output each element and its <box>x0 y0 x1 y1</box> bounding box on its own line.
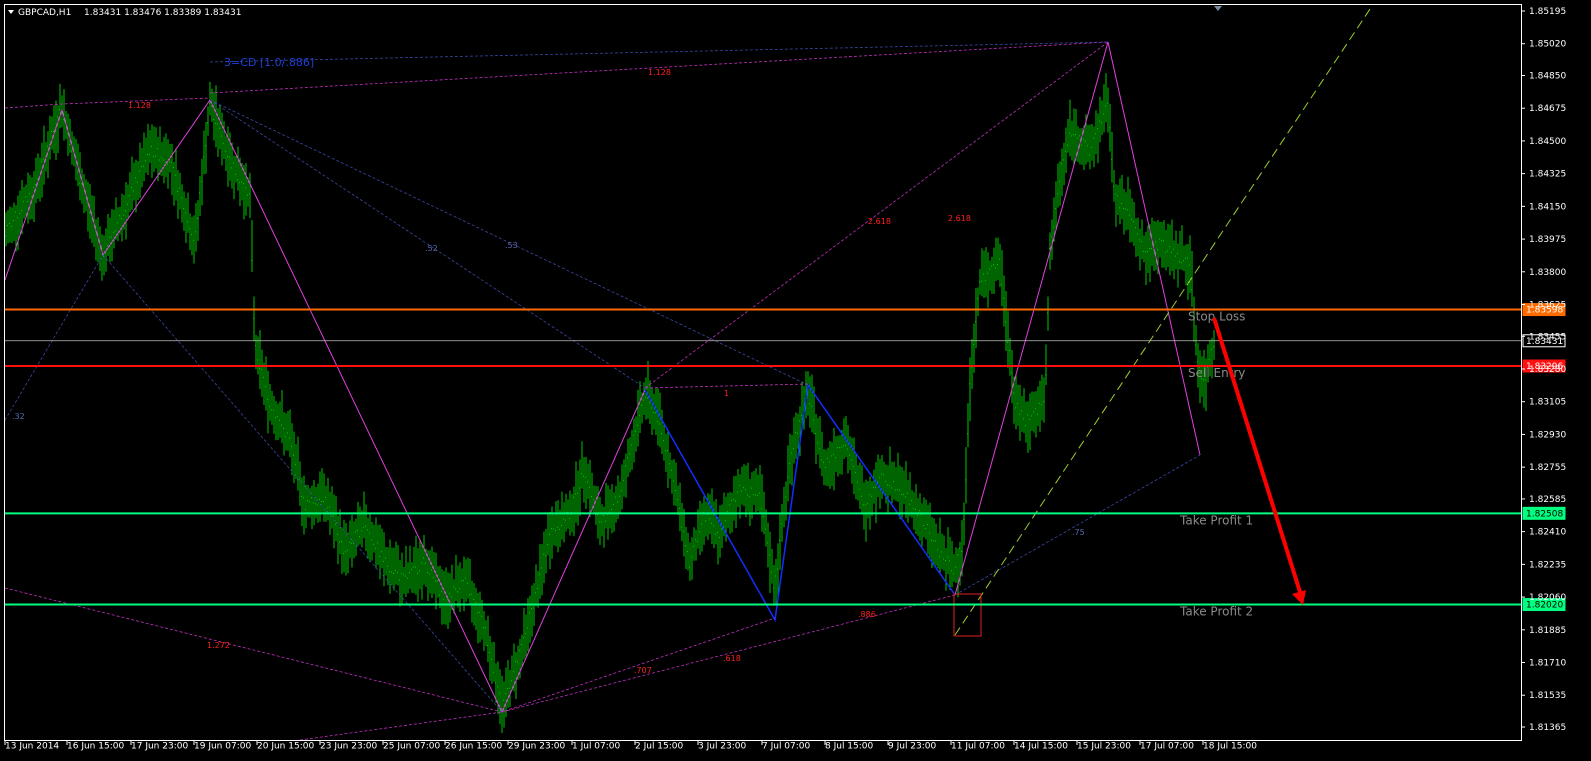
fib-ratio-label: .53 <box>505 241 518 250</box>
y-tick-label: 1.84325 <box>1529 170 1566 180</box>
x-tick-label: 8 Jul 15:00 <box>825 742 874 752</box>
symbol-label: GBPCAD,H1 <box>18 8 71 18</box>
y-tick-label: 1.83280 <box>1529 365 1566 375</box>
fib-ratio-label: .886 <box>858 610 876 619</box>
y-tick-label: 1.83455 <box>1529 332 1566 342</box>
x-tick-label: 20 Jun 15:00 <box>257 742 314 752</box>
y-tick-label: 1.83625 <box>1529 301 1566 311</box>
x-tick-label: 7 Jul 07:00 <box>762 742 811 752</box>
y-tick-label: 1.82060 <box>1529 593 1566 603</box>
y-tick-label: 1.82410 <box>1529 528 1566 538</box>
x-tick-label: 29 Jun 23:00 <box>508 742 565 752</box>
fib-ratio-label: 1 <box>724 389 729 398</box>
y-tick-label: 1.84500 <box>1529 137 1566 147</box>
fib-ratio-label: .52 <box>425 244 438 253</box>
y-tick-label: 1.81365 <box>1529 723 1566 733</box>
y-tick-label: 1.82930 <box>1529 430 1566 440</box>
fib-ratio-label: 1.128 <box>648 68 671 77</box>
y-tick-label: 1.85020 <box>1529 40 1566 50</box>
y-tick-label: 1.82755 <box>1529 463 1566 473</box>
x-tick-label: 9 Jul 23:00 <box>888 742 937 752</box>
y-tick-label: 1.81710 <box>1529 659 1566 669</box>
ohlc-readout: 1.83431 1.83476 1.83389 1.83431 <box>84 8 241 18</box>
y-tick-label: 1.82235 <box>1529 560 1566 570</box>
y-tick-label: 1.83800 <box>1529 268 1566 278</box>
x-tick-label: 1 Jul 07:00 <box>572 742 621 752</box>
y-tick-label: 1.84150 <box>1529 202 1566 212</box>
x-tick-label: 16 Jun 15:00 <box>67 742 124 752</box>
x-tick-label: 25 Jun 07:00 <box>383 742 440 752</box>
x-tick-label: 3 Jul 23:00 <box>698 742 747 752</box>
price-chart[interactable]: 1.83598Stop Loss1.834311.83296Sell Entry… <box>0 0 1591 761</box>
x-tick-label: 19 Jun 07:00 <box>194 742 251 752</box>
x-tick-label: 13 Jun 2014 <box>5 742 59 752</box>
fib-ratio-label: 1.272 <box>207 641 230 650</box>
fib-ratio-label: .75 <box>1072 528 1085 537</box>
level-label: Sell Entry <box>1188 366 1245 380</box>
pattern-label: 3=CD [1.0/.886] <box>224 56 314 69</box>
y-tick-label: 1.84850 <box>1529 71 1566 81</box>
x-tick-label: 17 Jul 07:00 <box>1140 742 1194 752</box>
x-tick-label: 23 Jun 23:00 <box>320 742 377 752</box>
y-tick-label: 1.83105 <box>1529 398 1566 408</box>
x-tick-label: 11 Jul 07:00 <box>951 742 1005 752</box>
level-label: Take Profit 1 <box>1179 513 1253 527</box>
y-tick-label: 1.85195 <box>1529 7 1566 17</box>
y-tick-label: 1.82585 <box>1529 495 1566 505</box>
y-tick-label: 1.83975 <box>1529 235 1566 245</box>
y-tick-label: 1.81535 <box>1529 691 1566 701</box>
x-tick-label: 17 Jun 23:00 <box>131 742 188 752</box>
y-tick-label: 1.81885 <box>1529 626 1566 636</box>
level-label: Take Profit 2 <box>1179 605 1253 619</box>
y-tick-label: 1.84675 <box>1529 104 1566 114</box>
fib-ratio-label: 2.618 <box>948 214 971 223</box>
chart-background <box>0 0 1591 761</box>
fib-ratio-label: 1.128 <box>128 101 151 110</box>
x-tick-label: 18 Jul 15:00 <box>1203 742 1257 752</box>
fib-ratio-label: .618 <box>723 654 741 663</box>
x-tick-label: 26 Jun 15:00 <box>445 742 502 752</box>
fib-ratio-label: 2.618 <box>868 217 891 226</box>
fib-ratio-label: .707 <box>634 666 652 675</box>
x-tick-label: 2 Jul 15:00 <box>635 742 684 752</box>
x-tick-label: 14 Jul 15:00 <box>1014 742 1068 752</box>
price-tag-label: 1.82508 <box>1526 509 1563 519</box>
fib-ratio-label: .32 <box>12 412 25 421</box>
x-tick-label: 15 Jul 23:00 <box>1077 742 1131 752</box>
